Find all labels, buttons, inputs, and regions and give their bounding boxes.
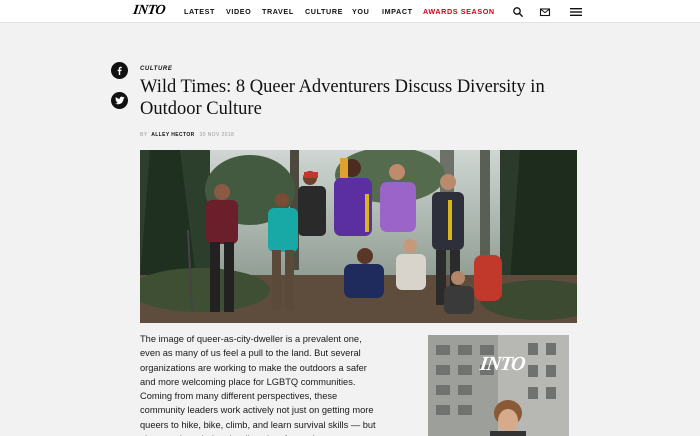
hero-image (140, 150, 577, 323)
facebook-share-button[interactable] (111, 62, 128, 79)
ad-logo: INTO (478, 353, 527, 375)
article-body-paragraph: The image of queer-as-city-dweller is a … (140, 334, 376, 436)
nav-item-culture[interactable]: CULTURE (305, 7, 343, 16)
nav-item-you[interactable]: YOU (352, 7, 369, 16)
byline-prefix: BY (140, 132, 148, 138)
article-title: Wild Times: 8 Queer Adventurers Discuss … (140, 77, 545, 119)
sidebar-advertisement[interactable]: INTO (428, 335, 569, 436)
site-logo[interactable]: INTO (132, 3, 166, 19)
nav-item-travel[interactable]: TRAVEL (262, 7, 294, 16)
search-icon[interactable] (512, 5, 524, 17)
mail-icon[interactable] (539, 5, 551, 17)
publish-date: 30 NOV 2018 (199, 132, 235, 138)
facebook-icon (115, 62, 124, 80)
nav-item-awards-season[interactable]: AWARDS SEASON (423, 7, 495, 16)
twitter-share-button[interactable] (111, 92, 128, 109)
author-link[interactable]: ALLEY HECTOR (151, 132, 195, 138)
top-navigation-bar: INTO LATEST VIDEO TRAVEL CULTURE YOU IMP… (0, 0, 700, 23)
article-byline: BY ALLEY HECTOR 30 NOV 2018 (140, 132, 234, 138)
nav-item-video[interactable]: VIDEO (226, 7, 251, 16)
nav-item-impact[interactable]: IMPACT (382, 7, 413, 16)
nav-item-latest[interactable]: LATEST (184, 7, 215, 16)
article-category[interactable]: CULTURE (140, 66, 172, 72)
twitter-icon (114, 92, 125, 110)
menu-icon[interactable] (569, 5, 583, 17)
